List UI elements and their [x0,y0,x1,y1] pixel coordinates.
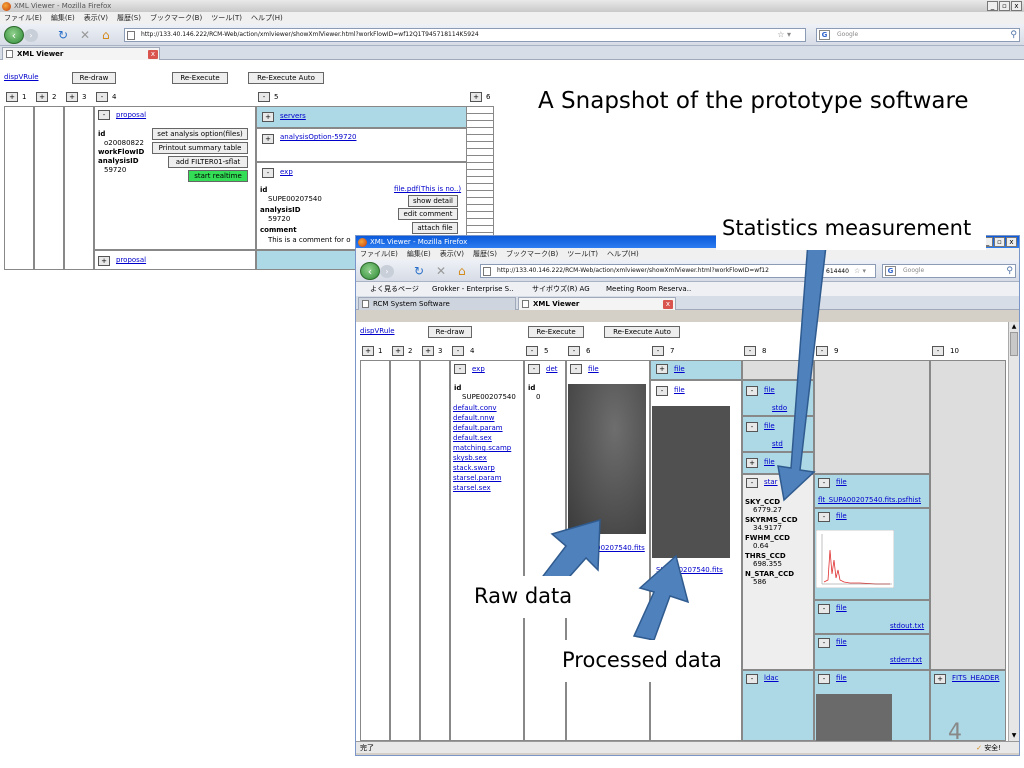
callout-raw-data: Raw data [466,576,582,618]
slide-page-number: 4 [948,720,962,745]
callout-processed-data: Processed data [556,640,724,682]
arrow-processed-data [632,554,690,641]
arrow-statistics [777,241,827,502]
callout-statistics: Statistics measurement [716,208,986,250]
annotation-arrows [539,241,827,641]
